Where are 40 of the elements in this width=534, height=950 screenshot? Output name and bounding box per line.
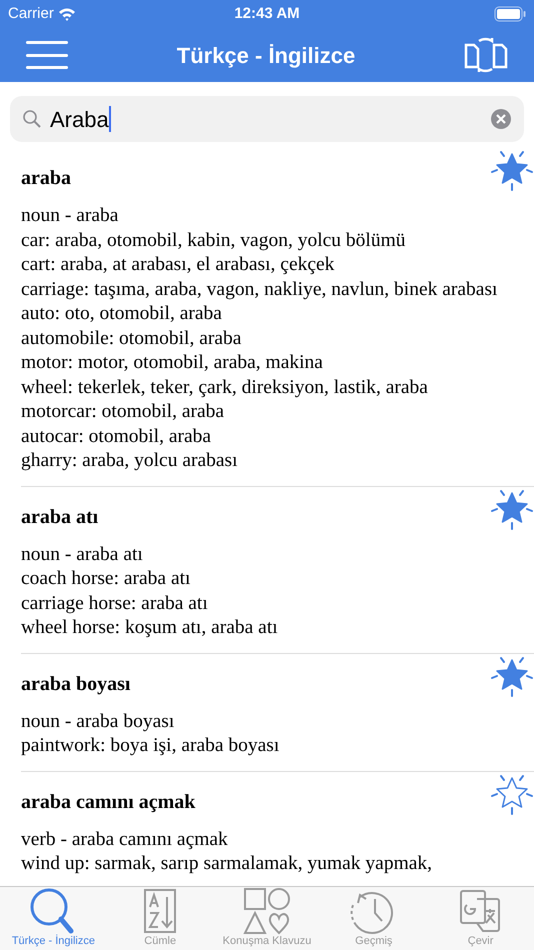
menu-button[interactable] — [26, 39, 68, 71]
definition-line: gharry: araba, yolcu arabası — [21, 449, 239, 473]
definition-line: noun - araba — [21, 204, 120, 228]
tab-bar-item[interactable]: Türkçe - İngilizce — [0, 887, 107, 950]
definition-line: noun - araba atı — [21, 542, 144, 566]
battery-icon — [494, 6, 526, 22]
clock-text: 12:43 AM — [234, 4, 300, 24]
definition-line: autocar: otomobil, araba — [21, 424, 212, 448]
definition-line: wind up: sarmak, sarıp sarmalamak, yumak yapmak, — [21, 852, 434, 876]
wifi-icon — [58, 7, 76, 21]
nav-title: Türkçe - İngilizce — [176, 42, 356, 70]
entry-headword: araba camını açmak — [21, 790, 196, 814]
filled-star-icon[interactable] — [490, 148, 534, 192]
tab-bar-item[interactable]: Konuşma Klavuzu — [214, 887, 320, 950]
entry-headword: araba — [21, 166, 71, 190]
definition-line: motor: motor, otomobil, araba, makina — [21, 351, 324, 375]
definition-line: noun - araba boyası — [21, 710, 176, 734]
definition-line: cart: araba, at arabası, el arabası, çekçek — [21, 253, 336, 277]
carrier-label: Carrier — [8, 4, 54, 24]
clear-icon[interactable] — [490, 108, 512, 130]
entry-headword: araba boyası — [21, 672, 130, 696]
definition-line: verb - araba camını açmak — [21, 828, 229, 852]
definition-line: paintwork: boya işi, araba boyası — [21, 734, 280, 758]
definition-line: carriage horse: araba atı — [21, 592, 209, 616]
definition-line: wheel: tekerlek, teker, çark, direksiyon, lastik, araba — [21, 376, 429, 400]
definition-line: coach horse: araba atı — [21, 567, 192, 591]
tab-bar-item[interactable]: Cümle — [106, 887, 214, 950]
definition-line: carriage: taşıma, araba, vagon, nakliye, navlun, binek arabası — [21, 278, 498, 302]
search-field[interactable]: Araba — [10, 96, 524, 142]
definition-line: auto: oto, otomobil, araba — [21, 302, 223, 326]
entry-headword: araba atı — [21, 504, 98, 528]
tab-bar-item[interactable]: Çevir — [427, 887, 534, 950]
definition-line: motorcar: otomobil, araba — [21, 400, 226, 424]
definition-line: automobile: otomobil, araba — [21, 326, 242, 350]
definition-line: wheel horse: koşum atı, araba atı — [21, 616, 279, 640]
swap-icon[interactable] — [464, 35, 508, 75]
search-icon — [22, 109, 42, 129]
definition-line: car: araba, otomobil, kabin, vagon, yolcu bölümü — [21, 228, 406, 252]
shapes-icon — [240, 887, 293, 935]
tab-bar-item[interactable]: Geçmiş — [320, 887, 428, 950]
